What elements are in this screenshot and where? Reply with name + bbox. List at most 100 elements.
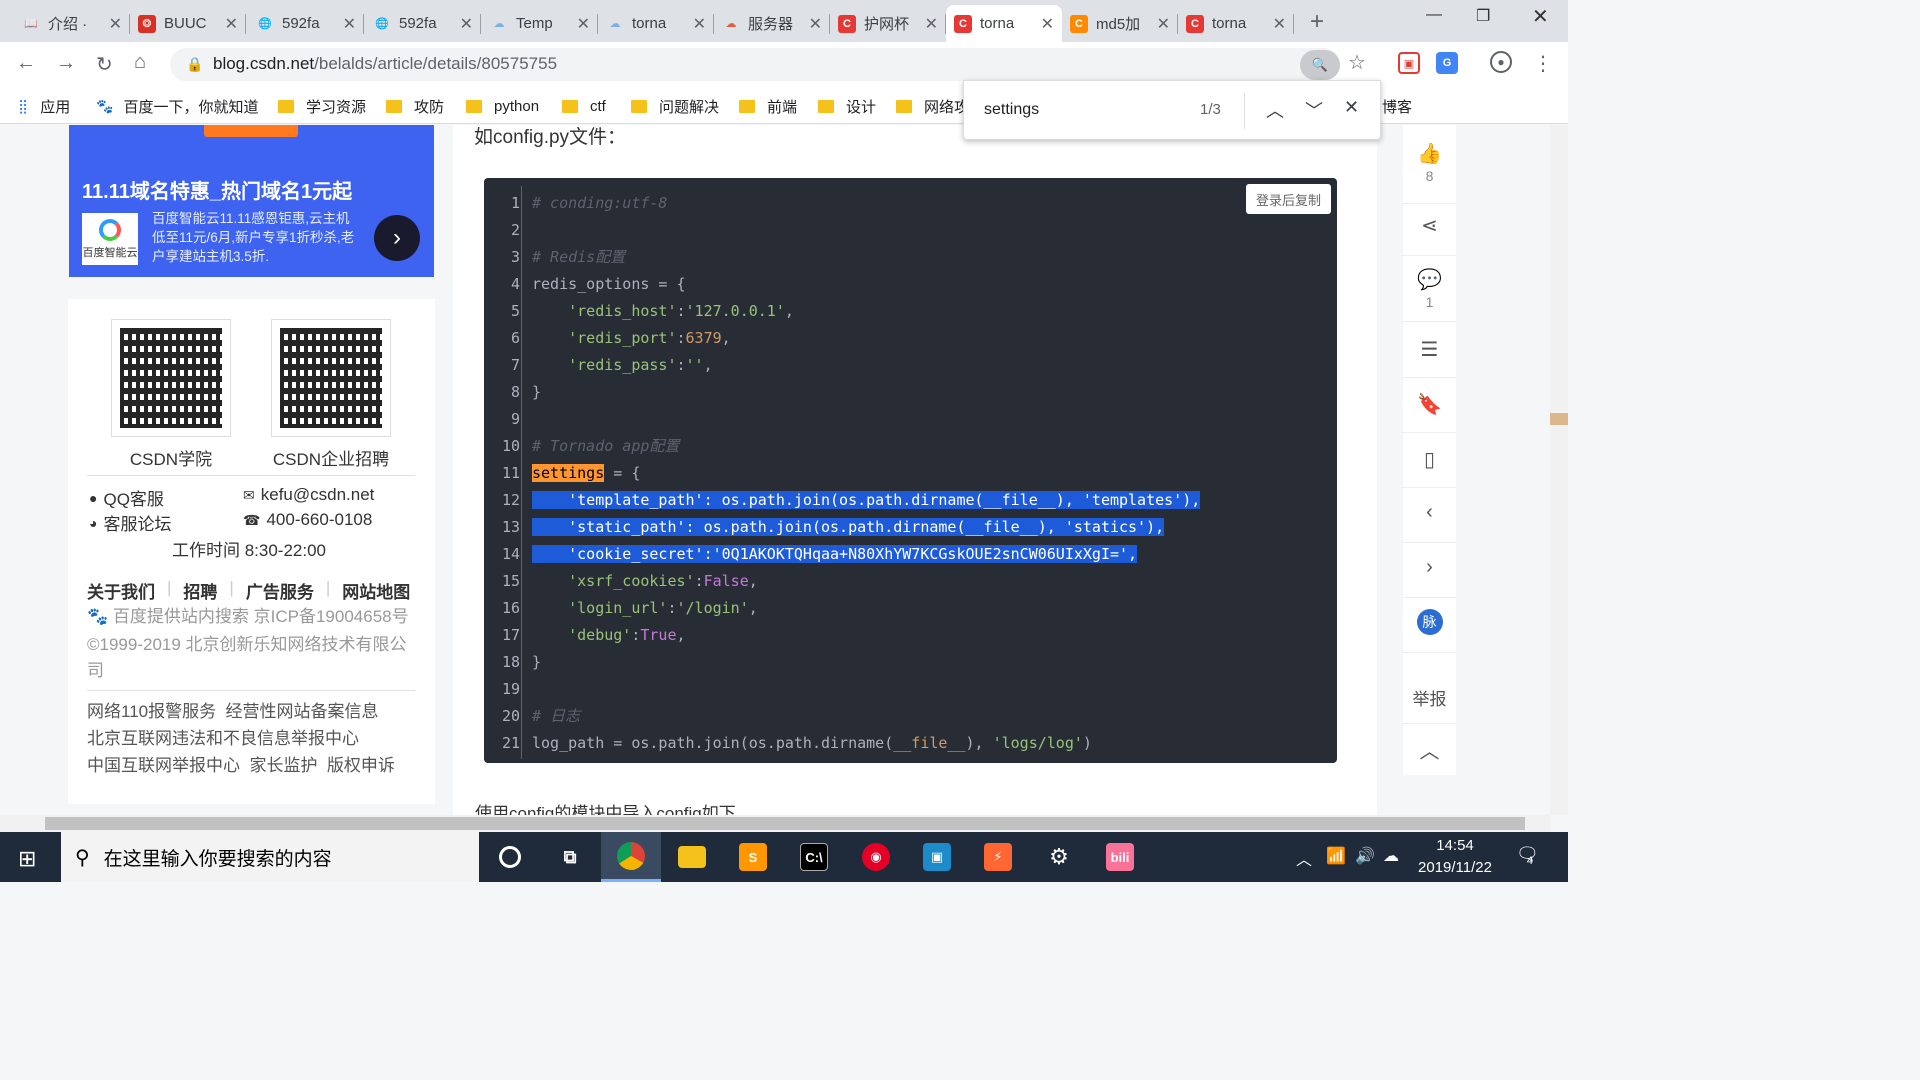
prev-article-button[interactable]: ‹ xyxy=(1403,501,1456,524)
tab-5[interactable]: ☁ Temp ✕ xyxy=(482,5,598,42)
bilibili-icon[interactable]: bili xyxy=(1090,832,1150,882)
catalog-button[interactable]: ☰ xyxy=(1403,337,1456,362)
taskbar-search[interactable]: ⚲ 在这里输入你要搜索的内容 xyxy=(61,832,479,882)
terminal-icon[interactable]: C:\ xyxy=(784,832,844,882)
forward-button[interactable]: → xyxy=(56,52,76,75)
code-line[interactable]: settings = { xyxy=(532,460,1200,487)
scroll-thumb[interactable] xyxy=(1550,413,1568,425)
code-line[interactable]: 'template_path': os.path.join(os.path.di… xyxy=(532,487,1201,514)
home-button[interactable]: ⌂ xyxy=(134,51,146,74)
code-line[interactable]: 'login_url':'/login', xyxy=(532,595,1200,622)
bookmark-item[interactable]: 网络攻 xyxy=(896,94,969,118)
bookmark-item[interactable]: 🐾 百度一下，你就知道 xyxy=(96,94,258,118)
windows-start-icon[interactable]: ⊞ xyxy=(18,846,36,872)
chevron-up-icon[interactable]: ︿ xyxy=(1296,846,1312,870)
close-tab-icon[interactable]: ✕ xyxy=(1273,14,1286,34)
code-line[interactable]: 'debug':True, xyxy=(532,622,1200,649)
code-line[interactable]: 'redis_port':6379, xyxy=(532,325,1200,352)
report-line-3[interactable]: 中国互联网举报中心 家长监护 版权申诉 xyxy=(87,753,395,779)
close-window-button[interactable]: ✕ xyxy=(1532,4,1549,29)
email-link[interactable]: ✉ kefu@csdn.net xyxy=(243,485,374,505)
bookmark-item[interactable]: 问题解决 xyxy=(631,94,719,118)
chrome-icon[interactable] xyxy=(601,832,661,882)
close-tab-icon[interactable]: ✕ xyxy=(809,14,822,34)
favorite-button[interactable]: 🔖 xyxy=(1403,392,1456,417)
bookmark-item[interactable]: 攻防 xyxy=(386,94,444,118)
mai-button[interactable]: 脉 xyxy=(1403,609,1456,635)
code-line[interactable]: # Tornado app配置 xyxy=(532,433,1200,460)
code-line[interactable]: 'cookie_secret':'0Q1AKOKTQHqaa+N80XhYW7K… xyxy=(532,541,1200,568)
copy-button[interactable]: 登录后复制 xyxy=(1245,184,1331,214)
bookmark-item[interactable]: ctf xyxy=(562,94,606,118)
translate-icon[interactable]: G xyxy=(1436,52,1458,74)
restore-button[interactable]: ❐ xyxy=(1476,6,1490,26)
mobile-button[interactable]: ▯ xyxy=(1403,447,1456,472)
code-line[interactable]: # 日志 xyxy=(532,703,1200,730)
close-tab-icon[interactable]: ✕ xyxy=(1157,14,1170,34)
scroll-thumb[interactable] xyxy=(45,817,1525,830)
tab-10[interactable]: Cmd5加 ✕ xyxy=(1062,5,1178,42)
close-tab-icon[interactable]: ✕ xyxy=(225,14,238,34)
tab-6[interactable]: ☁ torna ✕ xyxy=(598,5,714,42)
tab-1[interactable]: 📖 介绍 · ✕ xyxy=(14,5,130,42)
tab-9[interactable]: Ctorna ✕ xyxy=(946,5,1062,42)
new-tab-button[interactable]: + xyxy=(1310,8,1324,36)
tab-7[interactable]: ☁ 服务器 ✕ xyxy=(714,5,830,42)
bookmark-item[interactable]: 学习资源 xyxy=(278,94,366,118)
code-line[interactable]: # Redis配置 xyxy=(532,244,1200,271)
profile-icon[interactable]: ● xyxy=(1490,51,1512,73)
extension-icon[interactable]: ▣ xyxy=(1398,52,1420,74)
link-about[interactable]: 关于我们 xyxy=(87,578,155,603)
ad-cta-strip[interactable] xyxy=(204,125,298,137)
code-block[interactable]: 1 2 3 4 5 6 7 8 9 10 11 12 13 14 15 16 17 18 19 20 21 # cond… xyxy=(484,178,1337,763)
task-view-icon[interactable]: ⧉ xyxy=(540,832,600,882)
code-line[interactable] xyxy=(532,676,1200,703)
bookmark-item[interactable]: 博客 xyxy=(1382,94,1412,118)
sublime-text-icon[interactable]: S xyxy=(723,832,783,882)
tab-3[interactable]: 🌐 592fa ✕ xyxy=(248,5,364,42)
vertical-scrollbar[interactable] xyxy=(1550,125,1568,815)
find-close-icon[interactable]: ✕ xyxy=(1344,97,1359,118)
code-line[interactable] xyxy=(532,217,1200,244)
find-prev-icon[interactable]: ︿ xyxy=(1266,97,1284,123)
report-line-1[interactable]: 网络110报警服务 经营性网站备案信息 xyxy=(87,699,379,725)
forum-link[interactable]: ◕ 客服论坛 xyxy=(89,510,171,535)
tab-4[interactable]: 🌐 592fa ✕ xyxy=(365,5,481,42)
close-tab-icon[interactable]: ✕ xyxy=(693,14,706,34)
horizontal-scrollbar[interactable] xyxy=(0,815,1550,832)
share-button[interactable]: ⋖ xyxy=(1403,213,1456,238)
menu-icon[interactable]: ⋮ xyxy=(1533,51,1553,76)
tab-11[interactable]: Ctorna ✕ xyxy=(1178,5,1294,42)
code-lines[interactable]: # conding:utf-8 # Redis配置 redis_options =… xyxy=(532,190,1201,757)
comment-button[interactable]: 💬 1 xyxy=(1403,267,1456,310)
code-line[interactable]: log_path = os.path.join(os.path.dirname(… xyxy=(532,730,1200,757)
close-tab-icon[interactable]: ✕ xyxy=(1041,14,1054,34)
ad-banner[interactable]: 11.11域名特惠_热门域名1元起 百度智能云 百度智能云11.11感恩钜惠,云… xyxy=(69,125,434,277)
onedrive-icon[interactable]: ☁ xyxy=(1383,846,1399,866)
like-button[interactable]: 👍 8 xyxy=(1403,141,1456,184)
find-input[interactable]: settings xyxy=(984,101,1039,119)
code-line[interactable]: 'redis_host':'127.0.0.1', xyxy=(532,298,1200,325)
code-line[interactable]: redis_options = { xyxy=(532,271,1200,298)
reload-button[interactable]: ↻ xyxy=(96,52,113,77)
back-button[interactable]: ← xyxy=(16,52,36,75)
tab-8[interactable]: C 护网杯 ✕ xyxy=(830,5,946,42)
report-line-2[interactable]: 北京互联网违法和不良信息举报中心 xyxy=(87,726,359,752)
code-line[interactable] xyxy=(532,406,1200,433)
vmware-icon[interactable]: ▣ xyxy=(907,832,967,882)
settings-gear-icon[interactable]: ⚙ xyxy=(1029,832,1089,882)
code-line[interactable]: 'static_path': os.path.join(os.path.dirn… xyxy=(532,514,1200,541)
close-tab-icon[interactable]: ✕ xyxy=(925,14,938,34)
link-sitemap[interactable]: 网站地图 xyxy=(342,578,410,603)
close-tab-icon[interactable]: ✕ xyxy=(577,14,590,34)
burp-icon[interactable]: ⚡ xyxy=(968,832,1028,882)
cortana-icon[interactable] xyxy=(480,832,540,882)
netease-music-icon[interactable]: ◉ xyxy=(846,832,906,882)
close-tab-icon[interactable]: ✕ xyxy=(343,14,356,34)
link-jobs[interactable]: 招聘 xyxy=(183,578,217,603)
bookmark-star-icon[interactable]: ☆ xyxy=(1348,50,1366,75)
report-button[interactable]: 举报 xyxy=(1403,685,1456,710)
close-tab-icon[interactable]: ✕ xyxy=(109,14,122,34)
code-line[interactable]: } xyxy=(532,379,1200,406)
file-explorer-icon[interactable] xyxy=(662,832,722,882)
